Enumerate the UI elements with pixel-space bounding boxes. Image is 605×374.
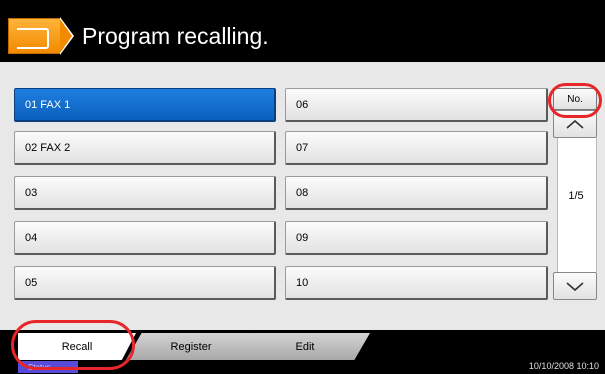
datetime-display: 10/10/2008 10:10	[528, 361, 599, 371]
program-icon	[8, 18, 61, 54]
tab-recall[interactable]: Recall	[18, 333, 136, 360]
page-title: Program recalling.	[82, 23, 269, 49]
status-button[interactable]: Status	[18, 361, 78, 373]
program-button-03[interactable]: 03	[14, 176, 276, 210]
scroll-up-button[interactable]	[553, 110, 597, 138]
number-button[interactable]: No.	[553, 88, 597, 110]
program-button-09[interactable]: 09	[285, 221, 548, 255]
program-button-02[interactable]: 02 FAX 2	[14, 131, 276, 165]
program-button-06[interactable]: 06	[285, 88, 548, 122]
program-button-05[interactable]: 05	[14, 266, 276, 300]
tab-edit[interactable]: Edit	[240, 333, 370, 360]
page-indicator: 1/5	[568, 190, 584, 202]
scroll-track	[557, 138, 597, 272]
chevron-up-icon	[566, 119, 584, 129]
program-button-10[interactable]: 10	[285, 266, 548, 300]
program-button-04[interactable]: 04	[14, 221, 276, 255]
scroll-down-button[interactable]	[553, 272, 597, 300]
chevron-down-icon	[566, 282, 584, 292]
program-button-08[interactable]: 08	[285, 176, 548, 210]
status-bar	[0, 360, 605, 374]
tab-register[interactable]: Register	[126, 333, 256, 360]
program-button-07[interactable]: 07	[285, 131, 548, 165]
program-button-01[interactable]: 01 FAX 1	[14, 88, 276, 122]
